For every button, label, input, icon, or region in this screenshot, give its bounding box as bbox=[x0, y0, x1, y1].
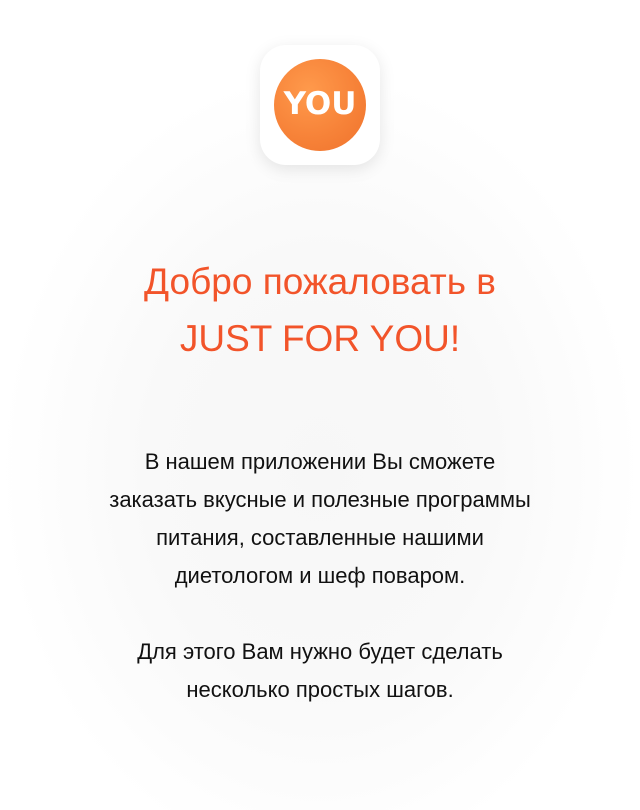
description-line: В нашем приложении Вы сможете bbox=[144, 449, 496, 474]
welcome-title: Добро пожаловать в JUST FOR YOU! bbox=[0, 253, 640, 367]
welcome-title-line-2: JUST FOR YOU! bbox=[179, 318, 461, 359]
description-line: Для этого Вам нужно будет сделать bbox=[137, 639, 503, 664]
description-paragraph-2: Для этого Вам нужно будет сделать нескол… bbox=[40, 633, 600, 709]
description: В нашем приложении Вы сможете заказать в… bbox=[40, 443, 600, 709]
description-line: питания, составленные нашими bbox=[156, 525, 484, 550]
description-paragraph-1: В нашем приложении Вы сможете заказать в… bbox=[40, 443, 600, 595]
description-line: несколько простых шагов. bbox=[186, 677, 454, 702]
logo-text: YOU bbox=[283, 85, 357, 122]
logo-circle: YOU bbox=[274, 59, 366, 151]
app-icon: YOU bbox=[260, 45, 380, 165]
description-line: диетологом и шеф поваром. bbox=[174, 563, 466, 588]
description-line: заказать вкусные и полезные программы bbox=[109, 487, 531, 512]
welcome-title-line-1: Добро пожаловать в bbox=[144, 261, 496, 302]
onboarding-screen: YOU Добро пожаловать в JUST FOR YOU! В н… bbox=[0, 0, 640, 810]
